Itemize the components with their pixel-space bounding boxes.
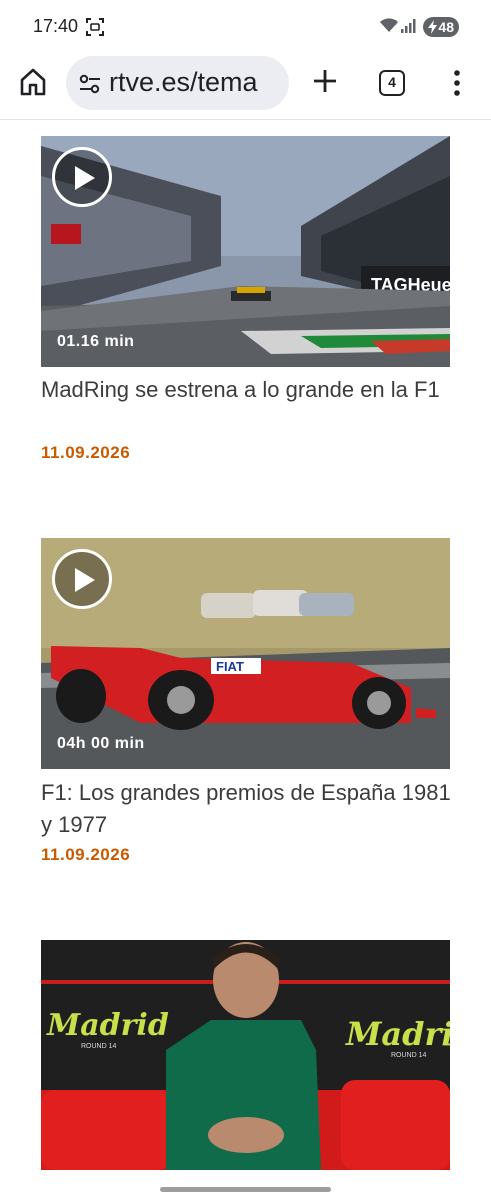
article-thumbnail[interactable]: TAGHeuer 01.16 min (41, 136, 450, 367)
status-time: 17:40 (33, 16, 79, 36)
video-duration: 04h 00 min (57, 735, 145, 752)
driver-press-conference-image: Madrid ROUND 14 Madrid ROUND 14 (41, 940, 450, 1170)
battery-level: 48 (438, 19, 454, 35)
article-thumbnail[interactable]: Madrid ROUND 14 Madrid ROUND 14 (41, 940, 450, 1170)
more-options-icon[interactable] (450, 68, 464, 98)
svg-text:5: 5 (393, 20, 397, 27)
signal-icon (401, 19, 416, 33)
home-button[interactable] (17, 66, 49, 98)
article-date: 11.09.2026 (41, 845, 131, 864)
video-duration: 01.16 min (57, 333, 135, 350)
fiat-logo-text: FIAT (216, 659, 244, 674)
round-label: ROUND 14 (81, 1043, 117, 1050)
play-icon (75, 166, 95, 190)
address-bar[interactable]: rtve.es/tema (66, 56, 289, 110)
url-text: rtve.es/tema (109, 67, 258, 97)
article-thumbnail[interactable]: FIAT 04h 00 min (41, 538, 450, 769)
battery-indicator: 48 (423, 17, 459, 37)
gesture-home-indicator[interactable] (160, 1187, 331, 1192)
article-title[interactable]: MadRing se estrena a lo grande en la F1 (41, 374, 456, 406)
charging-bolt-icon (428, 20, 437, 34)
browser-toolbar: rtve.es/tema 4 (0, 52, 491, 120)
madrid-text-right: Madrid (345, 1015, 450, 1053)
article-date: 11.09.2026 (41, 443, 131, 462)
tab-switcher-button[interactable]: 4 (379, 70, 405, 96)
wifi-icon: 5 (380, 18, 398, 32)
screenshot-icon (86, 18, 104, 36)
play-button[interactable] (52, 549, 112, 609)
round-label-right: ROUND 14 (391, 1052, 427, 1059)
article-title[interactable]: F1: Los grandes premios de España 1981 y… (41, 777, 456, 841)
status-bar: 17:40 5 48 (0, 0, 491, 52)
play-icon (75, 568, 95, 592)
play-button[interactable] (52, 147, 112, 207)
new-tab-button[interactable] (310, 66, 340, 96)
madrid-text-left: Madrid (46, 1008, 169, 1043)
site-settings-icon[interactable] (79, 74, 101, 94)
